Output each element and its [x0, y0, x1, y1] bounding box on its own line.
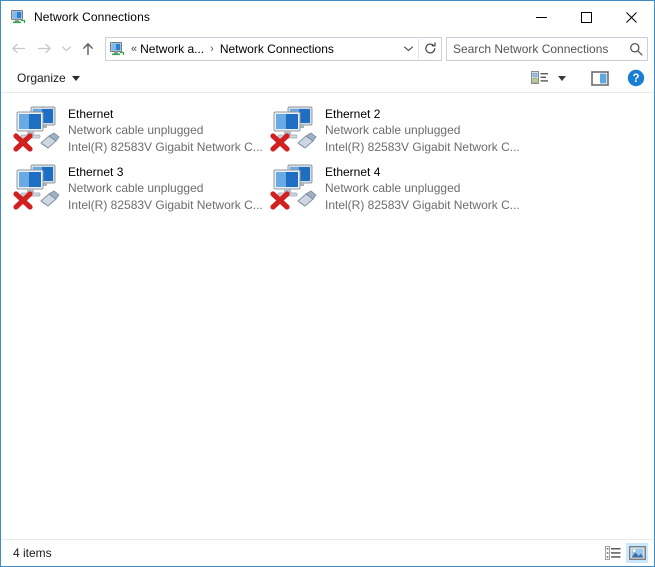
breadcrumb-current[interactable]: Network Connections [218, 42, 336, 56]
connection-device: Intel(R) 82583V Gigabit Network C... [325, 140, 520, 154]
list-item[interactable]: Ethernet 2 Network cable unplugged Intel… [258, 101, 520, 159]
breadcrumb-overflow[interactable]: « [129, 43, 138, 55]
details-view-icon [605, 546, 621, 560]
search-icon[interactable] [625, 42, 647, 56]
forward-arrow-icon[interactable] [31, 37, 57, 61]
list-item[interactable]: Ethernet 3 Network cable unplugged Intel… [1, 159, 263, 217]
network-connections-icon [10, 9, 26, 25]
network-adapter-disconnected-icon [268, 161, 320, 211]
view-options-icon [531, 71, 548, 84]
connection-status: Network cable unplugged [325, 123, 461, 137]
preview-pane-icon [591, 70, 609, 86]
help-button[interactable]: ? [624, 67, 648, 89]
list-item[interactable]: Ethernet Network cable unplugged Intel(R… [1, 101, 263, 159]
search-input[interactable] [447, 40, 625, 57]
connection-status: Network cable unplugged [68, 123, 204, 137]
connection-name: Ethernet [68, 107, 114, 121]
organize-label: Organize [17, 71, 66, 85]
recent-locations-chevron-icon[interactable] [57, 37, 75, 61]
connection-name: Ethernet 3 [68, 165, 124, 179]
connection-device: Intel(R) 82583V Gigabit Network C... [68, 198, 263, 212]
list-item-text: Ethernet Network cable unplugged Intel(R… [68, 103, 263, 156]
window-controls [519, 1, 654, 33]
view-options-button[interactable] [528, 67, 552, 89]
organize-button[interactable]: Organize [13, 68, 84, 88]
help-icon: ? [627, 69, 645, 87]
address-network-icon [109, 41, 125, 57]
preview-pane-button[interactable] [588, 67, 612, 89]
connection-name: Ethernet 2 [325, 107, 381, 121]
list-item-text: Ethernet 3 Network cable unplugged Intel… [68, 161, 263, 214]
svg-text:?: ? [632, 73, 639, 85]
network-connections-window: Network Connections « Network a... › Net… [0, 0, 655, 567]
network-adapter-disconnected-icon [11, 103, 63, 153]
details-view-button[interactable] [602, 543, 624, 563]
address-chevron-down-icon[interactable] [398, 39, 418, 59]
chevron-down-icon [558, 75, 566, 81]
network-adapter-disconnected-icon [11, 161, 63, 211]
connection-device: Intel(R) 82583V Gigabit Network C... [68, 140, 263, 154]
maximize-button[interactable] [564, 1, 609, 33]
close-button[interactable] [609, 1, 654, 33]
breadcrumb-parent[interactable]: Network a... [138, 42, 206, 56]
minimize-button[interactable] [519, 1, 564, 33]
view-options-dropdown[interactable] [552, 67, 574, 89]
up-arrow-icon[interactable] [75, 37, 101, 61]
connections-list: Ethernet Network cable unplugged Intel(R… [1, 93, 654, 539]
list-item-text: Ethernet 2 Network cable unplugged Intel… [325, 103, 520, 156]
large-icons-view-button[interactable] [626, 543, 648, 563]
breadcrumb-separator: › [210, 42, 214, 55]
command-bar: Organize ? [1, 64, 654, 93]
large-icons-view-icon [628, 546, 646, 560]
items-grid: Ethernet Network cable unplugged Intel(R… [1, 101, 654, 217]
connection-name: Ethernet 4 [325, 165, 381, 179]
list-item[interactable]: Ethernet 4 Network cable unplugged Intel… [258, 159, 520, 217]
list-item-text: Ethernet 4 Network cable unplugged Intel… [325, 161, 520, 214]
back-arrow-icon[interactable] [5, 37, 31, 61]
refresh-icon[interactable] [418, 38, 441, 59]
navigation-bar: « Network a... › Network Connections [1, 33, 654, 64]
connection-status: Network cable unplugged [68, 181, 204, 195]
search-box[interactable] [446, 36, 648, 61]
connection-status: Network cable unplugged [325, 181, 461, 195]
title-bar: Network Connections [1, 1, 654, 33]
item-count: 4 items [13, 546, 52, 560]
address-bar[interactable]: « Network a... › Network Connections [105, 36, 442, 61]
status-bar: 4 items [1, 539, 654, 566]
network-adapter-disconnected-icon [268, 103, 320, 153]
connection-device: Intel(R) 82583V Gigabit Network C... [325, 198, 520, 212]
window-title: Network Connections [34, 10, 150, 24]
chevron-down-icon [71, 75, 80, 81]
